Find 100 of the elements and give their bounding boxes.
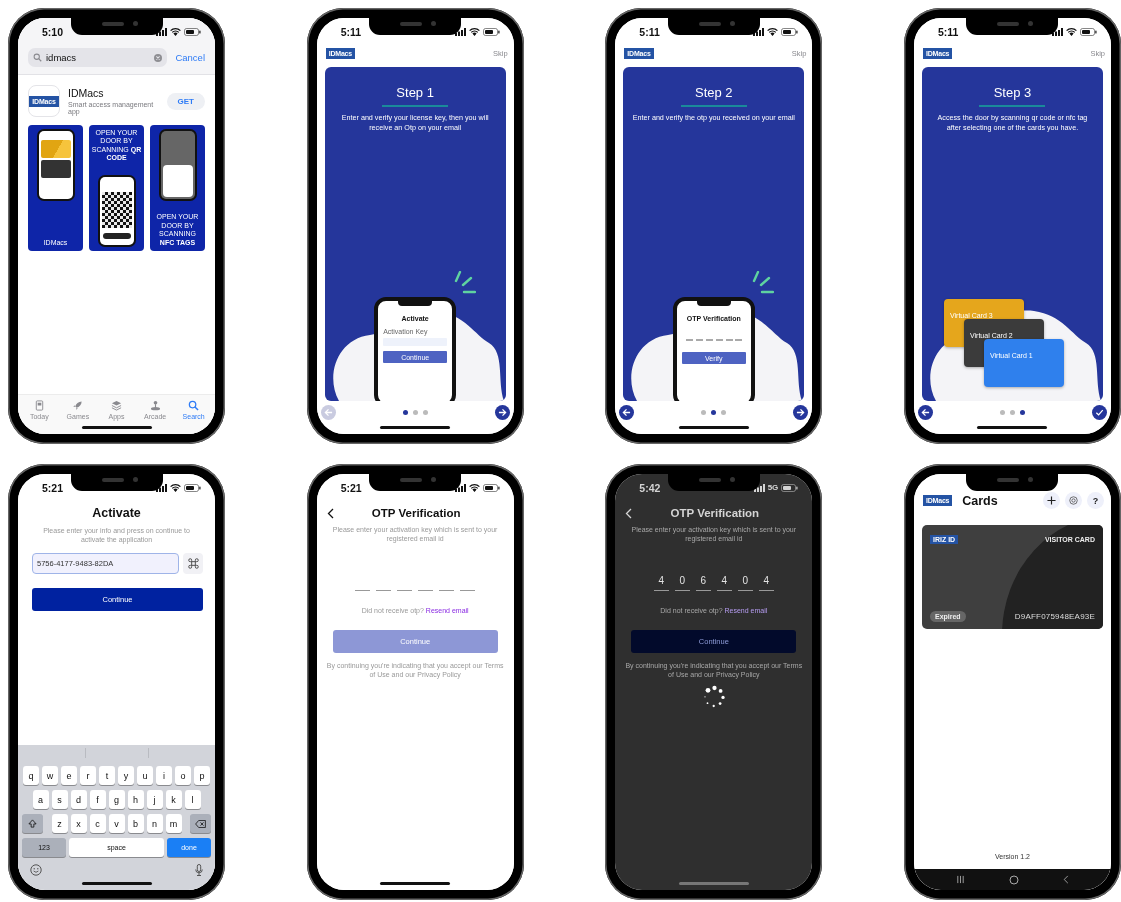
backspace-icon — [195, 819, 206, 828]
rocket-icon — [72, 400, 84, 411]
page-dot[interactable] — [1009, 410, 1015, 415]
home-indicator — [977, 426, 1048, 429]
shift-key[interactable] — [22, 814, 43, 833]
wifi-icon — [170, 483, 181, 492]
home-icon[interactable] — [1008, 874, 1019, 885]
key[interactable]: n — [146, 814, 163, 833]
command-icon — [187, 557, 199, 569]
page-dot[interactable] — [402, 410, 408, 415]
search-field[interactable]: idmacs — [28, 48, 168, 67]
battery-icon — [184, 27, 201, 36]
arrow-left-icon — [323, 408, 333, 417]
key[interactable]: b — [127, 814, 144, 833]
clear-icon[interactable] — [154, 53, 163, 62]
card-number: D9AFF075948EA93E — [1014, 612, 1095, 621]
status-time: 5:42 — [639, 481, 661, 494]
key[interactable]: s — [51, 790, 68, 809]
wifi-icon — [468, 27, 480, 36]
signal-icon — [454, 483, 466, 492]
next-button[interactable] — [494, 405, 510, 420]
key[interactable]: o — [175, 766, 191, 785]
key[interactable]: v — [108, 814, 125, 833]
key[interactable]: q — [23, 766, 39, 785]
code-slot[interactable]: 4 — [716, 573, 732, 591]
screen-title: Cards — [962, 493, 998, 508]
key[interactable]: g — [108, 790, 125, 809]
back-icon[interactable] — [1062, 875, 1069, 884]
key[interactable]: p — [194, 766, 210, 785]
battery-icon — [781, 27, 799, 36]
page-dot[interactable] — [422, 410, 428, 415]
key[interactable]: m — [165, 814, 182, 833]
settings-button[interactable] — [1064, 492, 1082, 509]
add-button[interactable] — [1042, 492, 1060, 509]
key[interactable]: j — [146, 790, 163, 809]
battery-icon — [184, 483, 201, 492]
home-indicator — [678, 882, 749, 885]
code-slot[interactable]: 4 — [758, 573, 774, 591]
status-time: 5:10 — [42, 25, 63, 38]
key[interactable]: f — [89, 790, 106, 809]
page-dot[interactable] — [711, 410, 717, 415]
key[interactable]: h — [127, 790, 144, 809]
page-dot[interactable] — [1019, 410, 1025, 415]
mockup-notch — [696, 300, 731, 306]
cancel-link[interactable]: Cancel — [175, 52, 205, 63]
code-slot[interactable]: 4 — [653, 573, 669, 591]
key[interactable]: y — [118, 766, 134, 785]
battery-icon — [482, 483, 500, 492]
check-icon — [1094, 408, 1104, 417]
shift-icon — [28, 819, 37, 828]
status-time: 5:11 — [937, 25, 959, 38]
scan-button[interactable] — [183, 552, 203, 574]
key[interactable]: z — [51, 814, 68, 833]
key[interactable]: a — [32, 790, 49, 809]
back-button[interactable] — [917, 405, 933, 420]
page-dot[interactable] — [701, 410, 707, 415]
emoji-icon[interactable] — [30, 864, 42, 876]
key[interactable]: l — [184, 790, 201, 809]
screen-title: OTP Verification — [669, 507, 761, 519]
key[interactable]: e — [61, 766, 77, 785]
app-name: IDMacs — [68, 87, 105, 99]
page-dot[interactable] — [999, 410, 1005, 415]
back-button[interactable] — [619, 405, 635, 420]
plus-icon — [1046, 496, 1056, 505]
joystick-icon — [149, 400, 161, 411]
key[interactable]: w — [42, 766, 58, 785]
key[interactable]: x — [70, 814, 87, 833]
arrow-left-icon — [622, 408, 632, 417]
home-indicator — [81, 882, 152, 885]
step-title: Step 1 — [396, 85, 434, 100]
backspace-key[interactable] — [190, 814, 211, 833]
mockup-notch — [398, 300, 433, 306]
wifi-icon — [1065, 27, 1077, 36]
chevron-left-icon[interactable] — [326, 507, 334, 519]
microphone-icon[interactable] — [195, 864, 203, 876]
key[interactable]: d — [70, 790, 87, 809]
settings-icon — [1068, 496, 1078, 505]
screen-title: Activate — [91, 506, 142, 520]
page-dot[interactable] — [721, 410, 727, 415]
page-dot[interactable] — [412, 410, 418, 415]
battery-icon — [482, 27, 500, 36]
help-button[interactable]: ? — [1086, 492, 1104, 509]
battery-icon — [781, 483, 799, 492]
key[interactable]: i — [156, 766, 172, 785]
wifi-icon — [767, 27, 779, 36]
code-slot[interactable]: 6 — [695, 573, 711, 591]
key[interactable]: r — [80, 766, 96, 785]
code-slot[interactable]: 0 — [737, 573, 753, 591]
arrow-right-icon — [796, 408, 806, 417]
finish-button[interactable] — [1091, 405, 1107, 420]
key[interactable]: t — [99, 766, 115, 785]
wifi-icon — [468, 483, 480, 492]
key[interactable]: u — [137, 766, 153, 785]
key[interactable]: c — [89, 814, 106, 833]
battery-icon — [1079, 27, 1097, 36]
code-slot[interactable]: 0 — [674, 573, 690, 591]
next-button[interactable] — [793, 405, 809, 420]
key[interactable]: k — [165, 790, 182, 809]
recents-icon[interactable] — [955, 875, 965, 884]
phone-drawing — [158, 129, 197, 201]
